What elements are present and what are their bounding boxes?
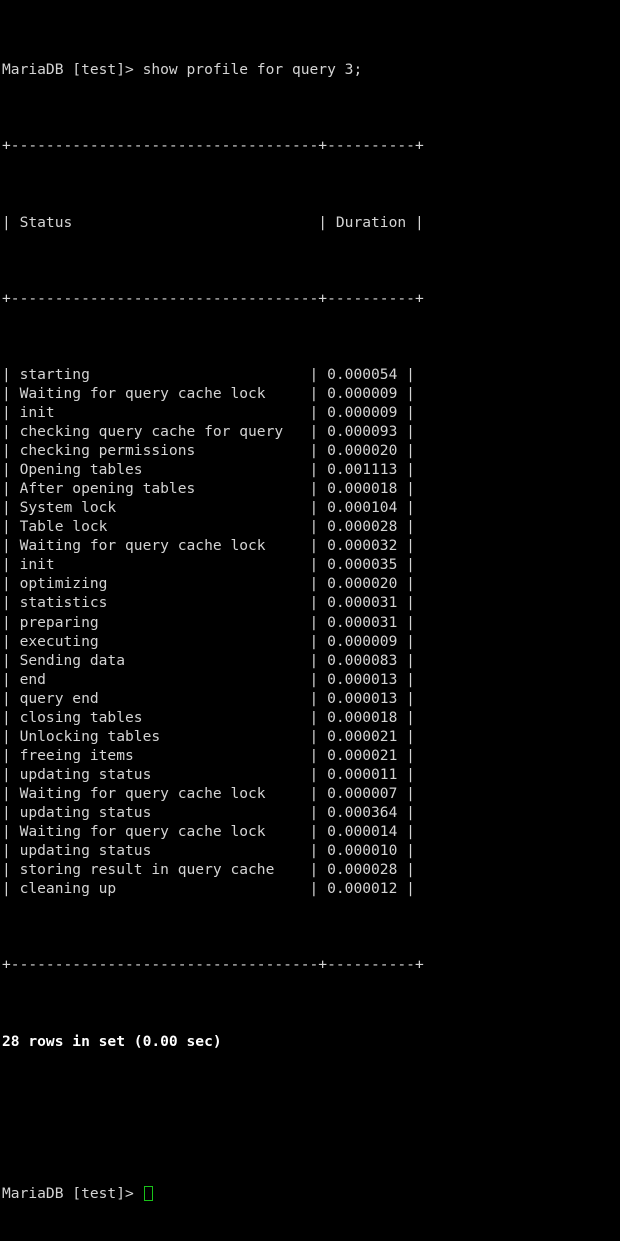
table-header-row: | Status | Duration |: [2, 213, 424, 231]
table-row: | updating status | 0.000011 |: [2, 765, 415, 783]
table-row: | starting | 0.000054 |: [2, 365, 415, 383]
table-row: | Waiting for query cache lock | 0.00000…: [2, 384, 415, 402]
table-row: | init | 0.000009 |: [2, 403, 415, 421]
table-header-border: +-----------------------------------+---…: [2, 289, 424, 307]
table-row: | optimizing | 0.000020 |: [2, 575, 415, 593]
table-row: | updating status | 0.000364 |: [2, 803, 415, 821]
command-line: MariaDB [test]> show profile for query 3…: [2, 61, 363, 79]
result-summary: 28 rows in set (0.00 sec): [2, 1032, 222, 1050]
table-row: | Waiting for query cache lock | 0.00000…: [2, 784, 415, 802]
table-row: | Table lock | 0.000028 |: [2, 518, 415, 536]
table-body: | starting | 0.000054 | | Waiting for que…: [2, 365, 620, 898]
table-row: | checking query cache for query | 0.000…: [2, 423, 415, 441]
table-row: | Waiting for query cache lock | 0.00001…: [2, 823, 415, 841]
table-row: | statistics | 0.000031 |: [2, 594, 415, 612]
text-cursor: [143, 1185, 153, 1201]
table-row: | After opening tables | 0.000018 |: [2, 480, 415, 498]
table-row: | closing tables | 0.000018 |: [2, 708, 415, 726]
table-row: | Opening tables | 0.001113 |: [2, 461, 415, 479]
terminal-window[interactable]: MariaDB [test]> show profile for query 3…: [0, 0, 620, 1202]
table-row: | Sending data | 0.000083 |: [2, 651, 415, 669]
table-row: | query end | 0.000013 |: [2, 689, 415, 707]
table-top-border: +-----------------------------------+---…: [2, 137, 424, 155]
table-bottom-border: +-----------------------------------+---…: [2, 956, 424, 974]
table-row: | checking permissions | 0.000020 |: [2, 442, 415, 460]
table-row: | cleaning up | 0.000012 |: [2, 880, 415, 898]
table-row: | Unlocking tables | 0.000021 |: [2, 727, 415, 745]
table-row: | executing | 0.000009 |: [2, 632, 415, 650]
table-row: | init | 0.000035 |: [2, 556, 415, 574]
table-row: | preparing | 0.000031 |: [2, 613, 415, 631]
input-prompt-line[interactable]: MariaDB [test]>: [2, 1184, 620, 1203]
table-row: | updating status | 0.000010 |: [2, 842, 415, 860]
table-row: | Waiting for query cache lock | 0.00003…: [2, 537, 415, 555]
prompt-label: MariaDB [test]>: [2, 1184, 143, 1202]
table-row: | end | 0.000013 |: [2, 670, 415, 688]
table-row: | storing result in query cache | 0.0000…: [2, 861, 415, 879]
table-row: | System lock | 0.000104 |: [2, 499, 415, 517]
table-row: | freeing items | 0.000021 |: [2, 746, 415, 764]
